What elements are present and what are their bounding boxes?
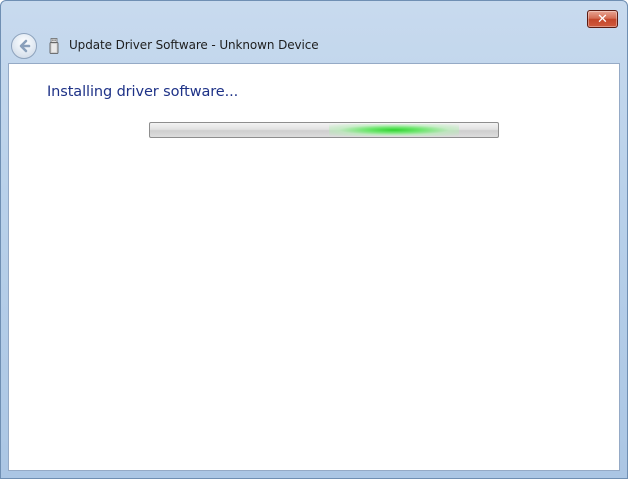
close-icon: ✕ bbox=[597, 11, 608, 27]
back-arrow-icon bbox=[19, 39, 31, 53]
content-panel: Installing driver software... bbox=[8, 63, 620, 471]
close-button[interactable]: ✕ bbox=[587, 10, 618, 28]
update-driver-window: ✕ Update Driver Software - Unknown Devic… bbox=[0, 0, 628, 479]
progress-bar bbox=[149, 122, 499, 138]
status-heading: Installing driver software... bbox=[47, 84, 239, 100]
window-title: Update Driver Software - Unknown Device bbox=[69, 38, 319, 52]
usb-device-icon bbox=[49, 38, 59, 54]
progress-marquee-glow bbox=[329, 124, 459, 136]
title-bar: ✕ Update Driver Software - Unknown Devic… bbox=[1, 1, 627, 63]
back-button[interactable] bbox=[11, 33, 37, 59]
